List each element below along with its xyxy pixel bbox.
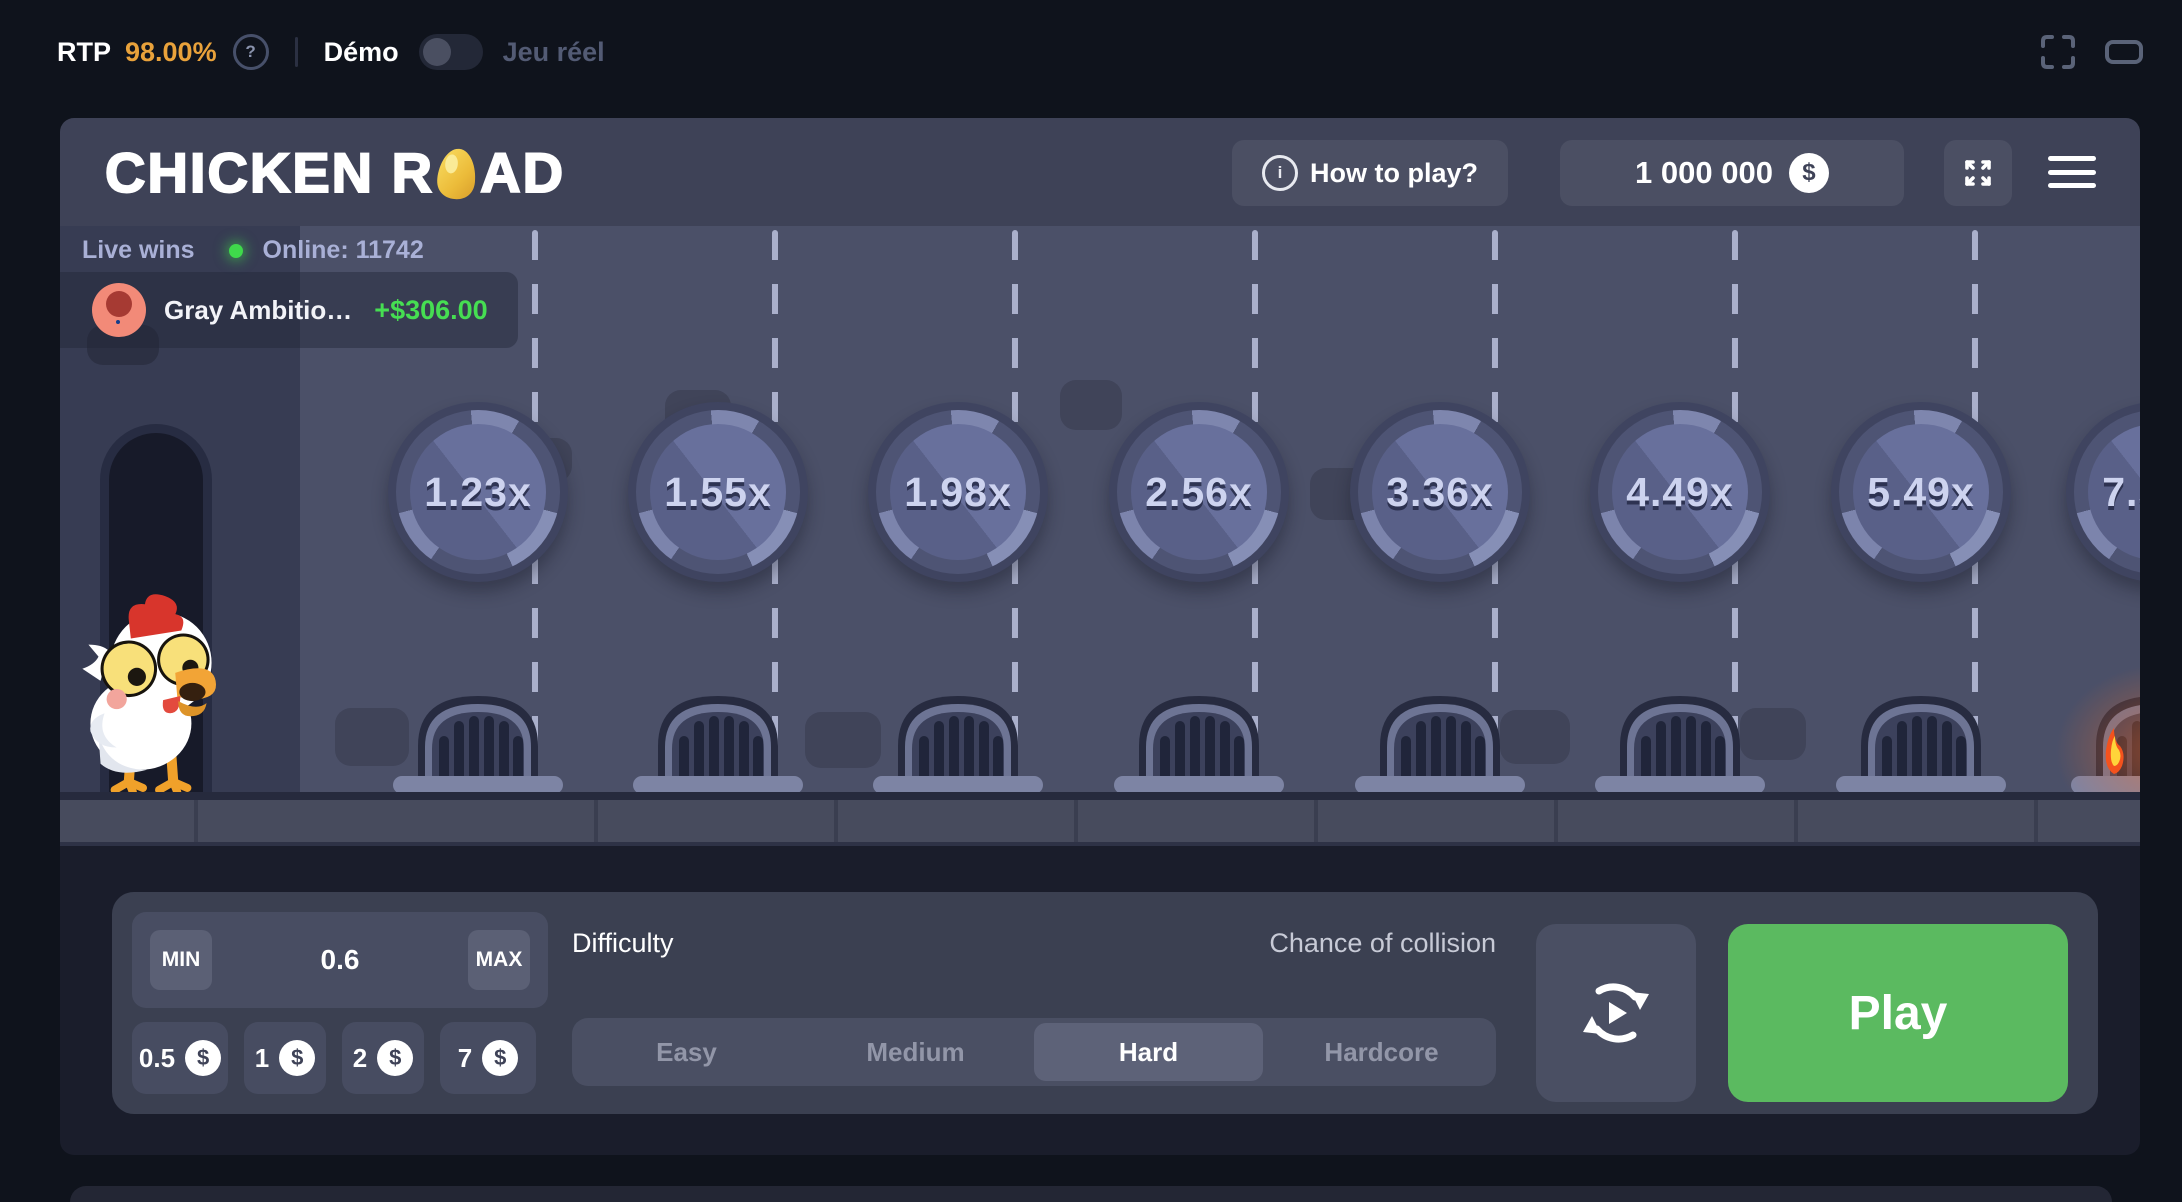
balance-display: 1 000 000 $ — [1560, 140, 1904, 206]
game-window: CHICKEN R AD i How to play? 1 000 000 — [60, 118, 2140, 1155]
multiplier-label: 7.53x — [2102, 469, 2140, 516]
avatar-head — [106, 291, 132, 317]
dollar-coin-icon: $ — [482, 1040, 518, 1076]
manhole-grate — [873, 684, 1043, 794]
rtp-value: 98.00% — [125, 37, 217, 68]
game-logo: CHICKEN R AD — [105, 118, 565, 226]
multiplier-label: 1.23x — [424, 469, 532, 516]
next-section-edge — [70, 1186, 2112, 1202]
multiplier-label: 3.36x — [1386, 469, 1494, 516]
live-wins-bar: Live wins Online: 11742 — [82, 236, 424, 265]
expand-arrows-icon — [1960, 155, 1996, 191]
multiplier-label: 2.56x — [1145, 469, 1253, 516]
quick-bet-button[interactable]: 2 $ — [342, 1022, 424, 1094]
chicken-character — [78, 584, 220, 796]
road-stain — [805, 712, 881, 768]
info-icon: i — [1262, 155, 1298, 191]
quick-bet-value: 7 — [458, 1043, 472, 1074]
how-to-play-button[interactable]: i How to play? — [1232, 140, 1508, 206]
difficulty-tab-hardcore[interactable]: Hardcore — [1267, 1018, 1496, 1086]
india-flag-icon — [92, 319, 146, 337]
quick-bet-button[interactable]: 0.5 $ — [132, 1022, 228, 1094]
menu-icon[interactable] — [2048, 150, 2096, 194]
manhole-grate — [1355, 684, 1525, 794]
control-panel: MIN 0.6 MAX 0.5 $ 1 $ 2 $ 7 $ Difficulty… — [112, 892, 2098, 1114]
multiplier-label: 4.49x — [1626, 469, 1734, 516]
multiplier-disc: 1.55x — [628, 402, 808, 582]
window-controls — [2038, 26, 2146, 78]
max-bet-button[interactable]: MAX — [468, 930, 530, 990]
autoplay-icon — [1577, 974, 1655, 1052]
demo-real-toggle[interactable] — [419, 34, 483, 70]
multiplier-disc: 5.49x — [1831, 402, 2011, 582]
dollar-coin-icon: $ — [185, 1040, 221, 1076]
live-win-entry[interactable]: Gray Ambitio… +$306.00 — [60, 272, 518, 348]
dollar-coin-icon: $ — [377, 1040, 413, 1076]
demo-label: Démo — [324, 37, 399, 68]
difficulty-selector: Easy Medium Hard Hardcore — [572, 1018, 1496, 1086]
manhole-grate — [1836, 684, 2006, 794]
bet-amount-input[interactable]: 0.6 — [222, 912, 458, 1008]
online-dot-icon — [229, 244, 243, 258]
online-count: Online: 11742 — [263, 236, 424, 265]
multiplier-disc: 1.23x — [388, 402, 568, 582]
multiplier-disc: 4.49x — [1590, 402, 1770, 582]
fullscreen-icon[interactable] — [2038, 32, 2078, 72]
game-header: CHICKEN R AD i How to play? 1 000 000 — [60, 118, 2140, 226]
min-bet-button[interactable]: MIN — [150, 930, 212, 990]
autoplay-button[interactable] — [1536, 924, 1696, 1102]
sidewalk — [60, 800, 2140, 842]
logo-text-suffix: AD — [480, 140, 565, 205]
quick-bet-value: 2 — [353, 1043, 367, 1074]
multiplier-disc: 3.36x — [1350, 402, 1530, 582]
real-mode-label: Jeu réel — [503, 37, 605, 68]
fire-icon — [2086, 676, 2140, 786]
difficulty-tab-medium[interactable]: Medium — [801, 1018, 1030, 1086]
question-icon[interactable]: ? — [233, 34, 269, 70]
bet-amount-box: MIN 0.6 MAX — [132, 912, 548, 1008]
top-bar: RTP 98.00% ? Démo Jeu réel — [57, 26, 605, 78]
expand-button[interactable] — [1944, 140, 2012, 206]
difficulty-tab-easy[interactable]: Easy — [572, 1018, 801, 1086]
dollar-coin-icon: $ — [279, 1040, 315, 1076]
avatar — [92, 283, 146, 337]
quick-bet-value: 0.5 — [139, 1043, 175, 1074]
quick-bet-value: 1 — [255, 1043, 269, 1074]
manhole-grate — [393, 684, 563, 794]
winner-amount: +$306.00 — [374, 295, 487, 326]
multiplier-label: 1.55x — [664, 469, 772, 516]
play-button[interactable]: Play — [1728, 924, 2068, 1102]
theater-mode-icon[interactable] — [2102, 32, 2146, 72]
chicken-road-app: RTP 98.00% ? Démo Jeu réel CHICKEN R — [0, 0, 2182, 1202]
multiplier-label: 5.49x — [1867, 469, 1975, 516]
quick-bet-button[interactable]: 1 $ — [244, 1022, 326, 1094]
difficulty-tab-hard[interactable]: Hard — [1034, 1023, 1263, 1081]
egg-icon — [433, 144, 481, 204]
manhole-grate — [1114, 684, 1284, 794]
multiplier-label: 1.98x — [904, 469, 1012, 516]
winner-name: Gray Ambitio… — [164, 295, 352, 326]
divider — [295, 37, 298, 67]
road-edge — [60, 792, 2140, 800]
manhole-grate — [633, 684, 803, 794]
rtp-label: RTP — [57, 37, 111, 68]
how-to-play-label: How to play? — [1310, 158, 1478, 189]
toggle-knob — [423, 38, 451, 66]
dollar-coin-icon: $ — [1789, 153, 1829, 193]
balance-value: 1 000 000 — [1635, 155, 1773, 191]
multiplier-disc: 1.98x — [868, 402, 1048, 582]
sidewalk-shade — [60, 842, 2140, 846]
live-wins-label: Live wins — [82, 236, 195, 265]
manhole-grate — [1595, 684, 1765, 794]
game-canvas: 1.23x 1.55x 1.98x 2.56x 3.36x 4.49x — [60, 226, 2140, 846]
multiplier-disc: 2.56x — [1109, 402, 1289, 582]
difficulty-label: Difficulty — [572, 928, 674, 959]
chance-of-collision-label: Chance of collision — [1112, 928, 1496, 959]
quick-bet-button[interactable]: 7 $ — [440, 1022, 536, 1094]
logo-text-prefix: CHICKEN R — [105, 140, 434, 205]
road-stain — [1060, 380, 1122, 430]
